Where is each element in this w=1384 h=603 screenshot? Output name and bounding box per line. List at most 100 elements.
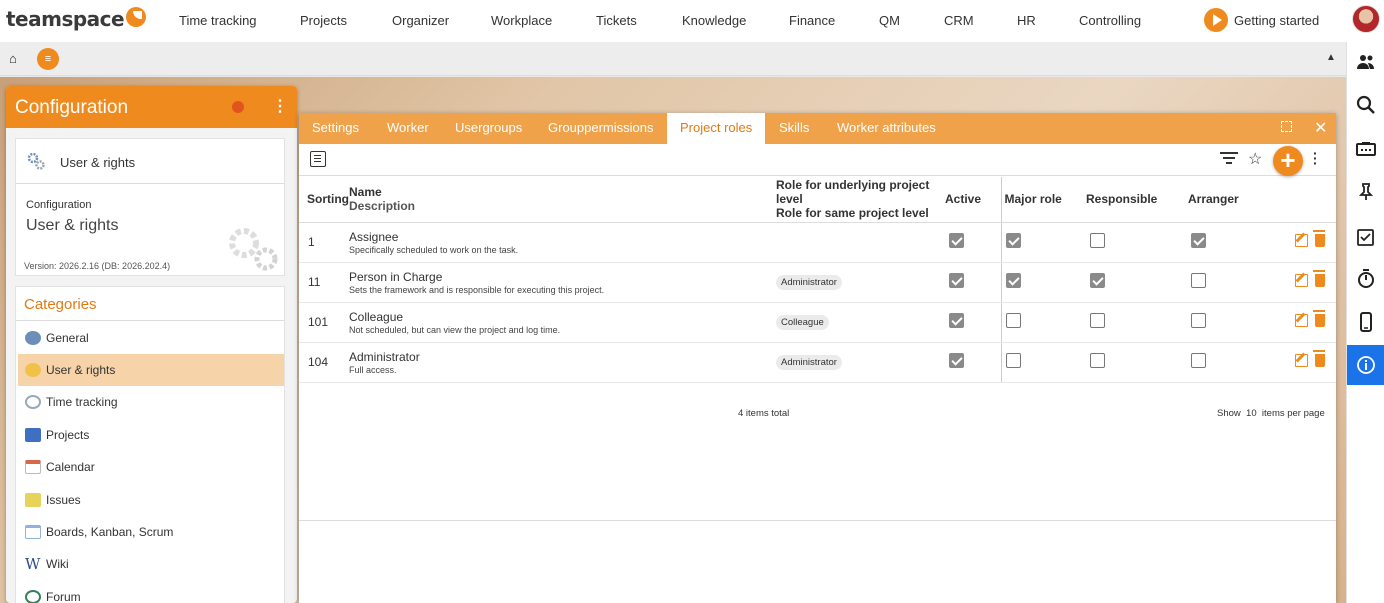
tickets-icon[interactable] <box>1347 129 1384 169</box>
tab-project-roles[interactable]: Project roles <box>667 113 766 144</box>
responsible-checkbox[interactable] <box>1090 313 1105 328</box>
tab-settings[interactable]: Settings <box>299 113 372 144</box>
delete-icon[interactable] <box>1313 310 1325 327</box>
collapse-icon[interactable]: ▲ <box>1326 52 1336 63</box>
add-button[interactable]: + <box>1273 146 1303 176</box>
nav-time-tracking[interactable]: Time tracking <box>179 13 257 28</box>
teamspace-logo[interactable]: teamspace <box>6 7 125 31</box>
active-checkbox[interactable] <box>949 313 964 328</box>
arranger-checkbox[interactable] <box>1191 353 1206 368</box>
top-navigation: teamspace Time tracking Projects Organiz… <box>0 0 1384 42</box>
major-role-checkbox[interactable] <box>1005 233 1021 248</box>
nav-knowledge[interactable]: Knowledge <box>682 13 746 28</box>
filter-icon[interactable] <box>1220 152 1238 167</box>
category-wiki[interactable]: W Wiki <box>18 548 284 580</box>
category-user-rights[interactable]: User & rights <box>18 354 284 386</box>
nav-projects[interactable]: Projects <box>300 13 347 28</box>
home-icon[interactable]: ⌂ <box>9 51 17 66</box>
category-label: Projects <box>46 428 90 442</box>
tab-usergroups[interactable]: Usergroups <box>442 113 535 144</box>
category-boards[interactable]: Boards, Kanban, Scrum <box>18 516 284 548</box>
header-responsible[interactable]: Responsible <box>1086 177 1188 223</box>
nav-workplace[interactable]: Workplace <box>491 13 552 28</box>
module-selector[interactable]: User & rights <box>16 139 284 184</box>
category-time-tracking[interactable]: Time tracking <box>18 386 284 418</box>
header-sorting[interactable]: Sorting <box>299 177 349 223</box>
nav-tickets[interactable]: Tickets <box>596 13 637 28</box>
header-name[interactable]: Name Description <box>349 177 776 223</box>
more-options-icon[interactable]: · · · <box>1313 146 1318 170</box>
getting-started-button[interactable]: Getting started <box>1204 8 1319 32</box>
power-icon[interactable] <box>232 101 244 113</box>
cell-sorting: 101 <box>299 302 349 343</box>
responsible-checkbox[interactable] <box>1090 273 1105 288</box>
header-major-role[interactable]: Major role <box>1000 177 1086 223</box>
info-icon[interactable] <box>1347 345 1384 385</box>
table-row[interactable]: 104 Administrator Full access. Administra… <box>299 342 1336 383</box>
category-general[interactable]: General <box>18 322 284 354</box>
star-icon[interactable]: ☆ <box>1248 149 1262 169</box>
category-issues[interactable]: Issues <box>18 484 284 516</box>
header-roles[interactable]: Role for underlying project level Role fo… <box>776 177 945 223</box>
major-role-checkbox[interactable] <box>1005 353 1021 368</box>
per-page-select[interactable]: 10 <box>1246 408 1257 419</box>
header-description-label: Description <box>349 199 416 214</box>
arranger-checkbox[interactable] <box>1191 313 1206 328</box>
mobile-icon[interactable] <box>1347 302 1384 342</box>
active-checkbox[interactable] <box>949 233 964 248</box>
active-checkbox[interactable] <box>949 273 964 288</box>
task-check-icon[interactable] <box>1347 217 1384 257</box>
configuration-panel: Configuration ⋮ User & rights Configurat… <box>6 86 297 603</box>
table-row[interactable]: 101 Colleague Not scheduled, but can view… <box>299 302 1336 343</box>
cell-arranger <box>1188 222 1276 263</box>
category-calendar[interactable]: Calendar <box>18 451 284 483</box>
tab-skills[interactable]: Skills <box>766 113 822 144</box>
nav-qm[interactable]: QM <box>879 13 900 28</box>
table-row[interactable]: 1 Assignee Specifically scheduled to work… <box>299 222 1336 263</box>
category-projects[interactable]: Projects <box>18 419 284 451</box>
category-forum[interactable]: Forum <box>18 581 284 603</box>
stopwatch-icon[interactable] <box>1347 259 1384 299</box>
major-role-checkbox[interactable] <box>1005 313 1021 328</box>
delete-icon[interactable] <box>1313 230 1325 247</box>
pin-icon[interactable] <box>1347 172 1384 212</box>
header-name-label: Name <box>349 185 382 200</box>
header-active[interactable]: Active <box>945 177 1001 223</box>
arranger-checkbox[interactable] <box>1191 233 1206 248</box>
edit-icon[interactable] <box>1295 274 1308 287</box>
nav-hr[interactable]: HR <box>1017 13 1036 28</box>
header-role-underlying: Role for underlying project level <box>776 178 930 207</box>
section-title: User & rights <box>26 217 119 234</box>
list-view-icon[interactable] <box>310 151 326 167</box>
avatar[interactable] <box>1352 5 1380 33</box>
more-options-icon[interactable]: ⋮ <box>272 98 288 116</box>
cell-active <box>945 302 1001 343</box>
nav-crm[interactable]: CRM <box>944 13 974 28</box>
tab-worker[interactable]: Worker <box>374 113 442 144</box>
major-role-checkbox[interactable] <box>1005 273 1021 288</box>
nav-controlling[interactable]: Controlling <box>1079 13 1141 28</box>
board-icon <box>25 525 41 539</box>
menu-icon[interactable]: ≡ <box>37 48 59 70</box>
fullscreen-icon[interactable] <box>1281 121 1292 132</box>
header-arranger[interactable]: Arranger <box>1188 177 1276 223</box>
nav-finance[interactable]: Finance <box>789 13 835 28</box>
active-checkbox[interactable] <box>949 353 964 368</box>
delete-icon[interactable] <box>1313 270 1325 287</box>
responsible-checkbox[interactable] <box>1090 233 1105 248</box>
responsible-checkbox[interactable] <box>1090 353 1105 368</box>
nav-organizer[interactable]: Organizer <box>392 13 449 28</box>
table-row[interactable]: 11 Person in Charge Sets the framework an… <box>299 262 1336 303</box>
delete-icon[interactable] <box>1313 350 1325 367</box>
role-chip: Administrator <box>776 355 842 370</box>
edit-icon[interactable] <box>1295 314 1308 327</box>
tab-grouppermissions[interactable]: Grouppermissions <box>535 113 667 144</box>
tab-worker-attributes[interactable]: Worker attributes <box>824 113 949 144</box>
edit-icon[interactable] <box>1295 234 1308 247</box>
arranger-checkbox[interactable] <box>1191 273 1206 288</box>
edit-icon[interactable] <box>1295 354 1308 367</box>
people-icon[interactable] <box>1347 42 1384 82</box>
cell-actions <box>1276 302 1336 343</box>
search-icon[interactable] <box>1347 85 1384 125</box>
close-icon[interactable]: ✕ <box>1314 118 1327 138</box>
